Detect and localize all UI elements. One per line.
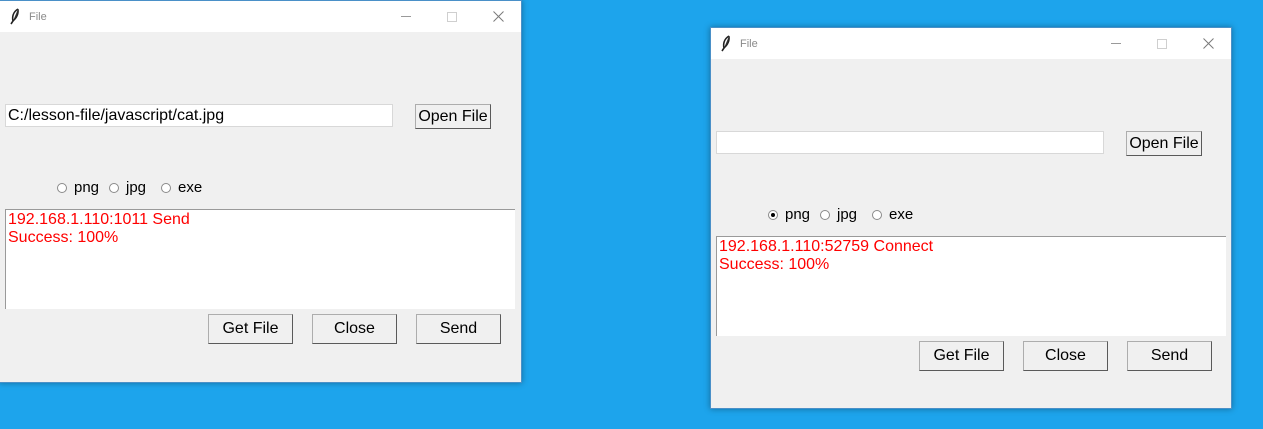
radio-png[interactable]: png: [768, 206, 810, 223]
send-button[interactable]: Send: [1127, 341, 1212, 371]
log-line: 192.168.1.110:52759 Connect: [719, 238, 934, 255]
feather-icon: [10, 8, 19, 25]
radio-circle[interactable]: [768, 209, 778, 220]
feather-icon: [721, 35, 730, 52]
radio-circle[interactable]: [820, 209, 830, 220]
close-window-button[interactable]: [1185, 28, 1231, 59]
radio-jpg[interactable]: jpg: [109, 179, 146, 196]
radio-label: exe: [178, 179, 203, 196]
minimize-icon: [1111, 43, 1121, 44]
close-button[interactable]: Close: [312, 314, 397, 344]
log-text-area[interactable]: 192.168.1.110:1011 Send Success: 100%: [5, 209, 515, 309]
minimize-button[interactable]: [383, 1, 429, 32]
get-file-button[interactable]: Get File: [919, 341, 1004, 371]
maximize-button[interactable]: [1139, 28, 1185, 59]
radio-exe[interactable]: exe: [872, 206, 913, 223]
title-bar[interactable]: File: [711, 28, 1231, 59]
log-line: 192.168.1.110:1011 Send: [8, 211, 190, 228]
get-file-button[interactable]: Get File: [208, 314, 293, 344]
close-icon: [1202, 38, 1214, 49]
title-bar[interactable]: File: [0, 1, 521, 32]
radio-label: jpg: [837, 206, 858, 223]
radio-circle[interactable]: [161, 182, 171, 193]
open-file-button[interactable]: Open File: [415, 104, 491, 129]
radio-label: jpg: [126, 179, 147, 196]
file-path-input[interactable]: C:/lesson-file/javascript/cat.jpg: [5, 104, 393, 127]
send-button[interactable]: Send: [416, 314, 501, 344]
maximize-icon: [447, 11, 457, 22]
open-file-button[interactable]: Open File: [1126, 131, 1202, 156]
close-button[interactable]: Close: [1023, 341, 1108, 371]
file-path-input[interactable]: [716, 131, 1104, 154]
file-window-receiver: File Open File png jpg exe 192.168.1.110…: [710, 27, 1232, 409]
close-icon: [492, 11, 504, 22]
radio-png[interactable]: png: [57, 179, 99, 196]
file-window-sender: File C:/lesson-file/javascript/cat.jpg O…: [0, 0, 522, 383]
radio-circle[interactable]: [109, 182, 119, 193]
window-title: File: [740, 38, 758, 50]
radio-exe[interactable]: exe: [161, 179, 202, 196]
log-line: Success: 100%: [8, 229, 119, 246]
minimize-button[interactable]: [1093, 28, 1139, 59]
maximize-button[interactable]: [429, 1, 475, 32]
minimize-icon: [401, 16, 411, 17]
radio-label: exe: [889, 206, 914, 223]
window-title: File: [29, 11, 47, 23]
radio-label: png: [785, 206, 811, 223]
maximize-icon: [1157, 38, 1167, 49]
radio-circle[interactable]: [57, 182, 67, 193]
radio-jpg[interactable]: jpg: [820, 206, 857, 223]
log-text-area[interactable]: 192.168.1.110:52759 Connect Success: 100…: [716, 236, 1226, 336]
radio-label: png: [74, 179, 100, 196]
radio-circle[interactable]: [872, 209, 882, 220]
log-line: Success: 100%: [719, 256, 830, 273]
close-window-button[interactable]: [475, 1, 521, 32]
